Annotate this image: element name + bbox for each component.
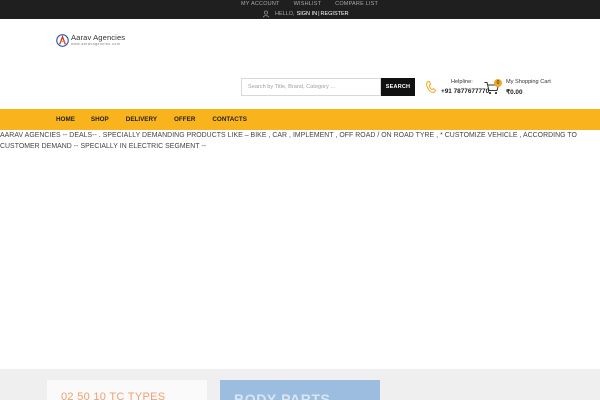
promo-card-right[interactable]: BODY PARTS — [220, 380, 380, 400]
my-account-link[interactable]: MY ACCOUNT — [241, 0, 280, 9]
sign-in-link[interactable]: SIGN IN — [297, 11, 317, 17]
nav-offer[interactable]: OFFER — [174, 116, 195, 123]
user-icon — [262, 10, 270, 17]
cart-count-badge: 0 — [494, 79, 502, 87]
promo-card-left[interactable]: 02 50 10 TC TYPES — [47, 380, 207, 400]
search-button[interactable]: SEARCH — [381, 78, 415, 96]
cart-label[interactable]: My Shopping Cart — [506, 79, 551, 85]
compare-list-link[interactable]: COMPARE LIST — [335, 0, 378, 9]
main-navigation: HOME SHOP DELIVERY OFFER CONTACTS — [0, 109, 600, 130]
nav-shop[interactable]: SHOP — [91, 116, 109, 123]
top-links: MY ACCOUNT WISHLIST COMPARE LIST — [241, 0, 392, 9]
helpline-label: Helpline: — [451, 79, 473, 85]
phone-icon — [426, 80, 437, 93]
top-bar: MY ACCOUNT WISHLIST COMPARE LIST HELLO, … — [0, 0, 600, 19]
wishlist-link[interactable]: WISHLIST — [294, 0, 322, 9]
hello-text: HELLO, — [275, 10, 295, 17]
cart-total: ₹0.00 — [506, 89, 523, 96]
logo-title: Aarav Agencies — [71, 33, 126, 42]
search-input[interactable] — [241, 78, 381, 96]
nav-home[interactable]: HOME — [56, 116, 75, 123]
logo-subtitle: www.aaravagencies.com — [71, 42, 121, 46]
user-greeting: HELLO, SIGN IN | REGISTER — [262, 9, 349, 18]
nav-delivery[interactable]: DELIVERY — [126, 116, 157, 123]
promo-card-left-text: 02 50 10 TC TYPES — [61, 391, 166, 400]
announcement-marquee: AARAV AGENCIES -- DEALS-- . SPECIALLY DE… — [0, 132, 577, 150]
site-logo[interactable]: Aarav Agencies www.aaravagencies.com — [56, 33, 125, 47]
promo-card-right-text: BODY PARTS — [234, 391, 331, 400]
separator: | — [318, 10, 320, 17]
register-link[interactable]: REGISTER — [321, 11, 349, 17]
helpline-number[interactable]: +91 7877677770 — [441, 88, 489, 95]
nav-contacts[interactable]: CONTACTS — [212, 116, 247, 123]
logo-icon — [56, 33, 69, 47]
